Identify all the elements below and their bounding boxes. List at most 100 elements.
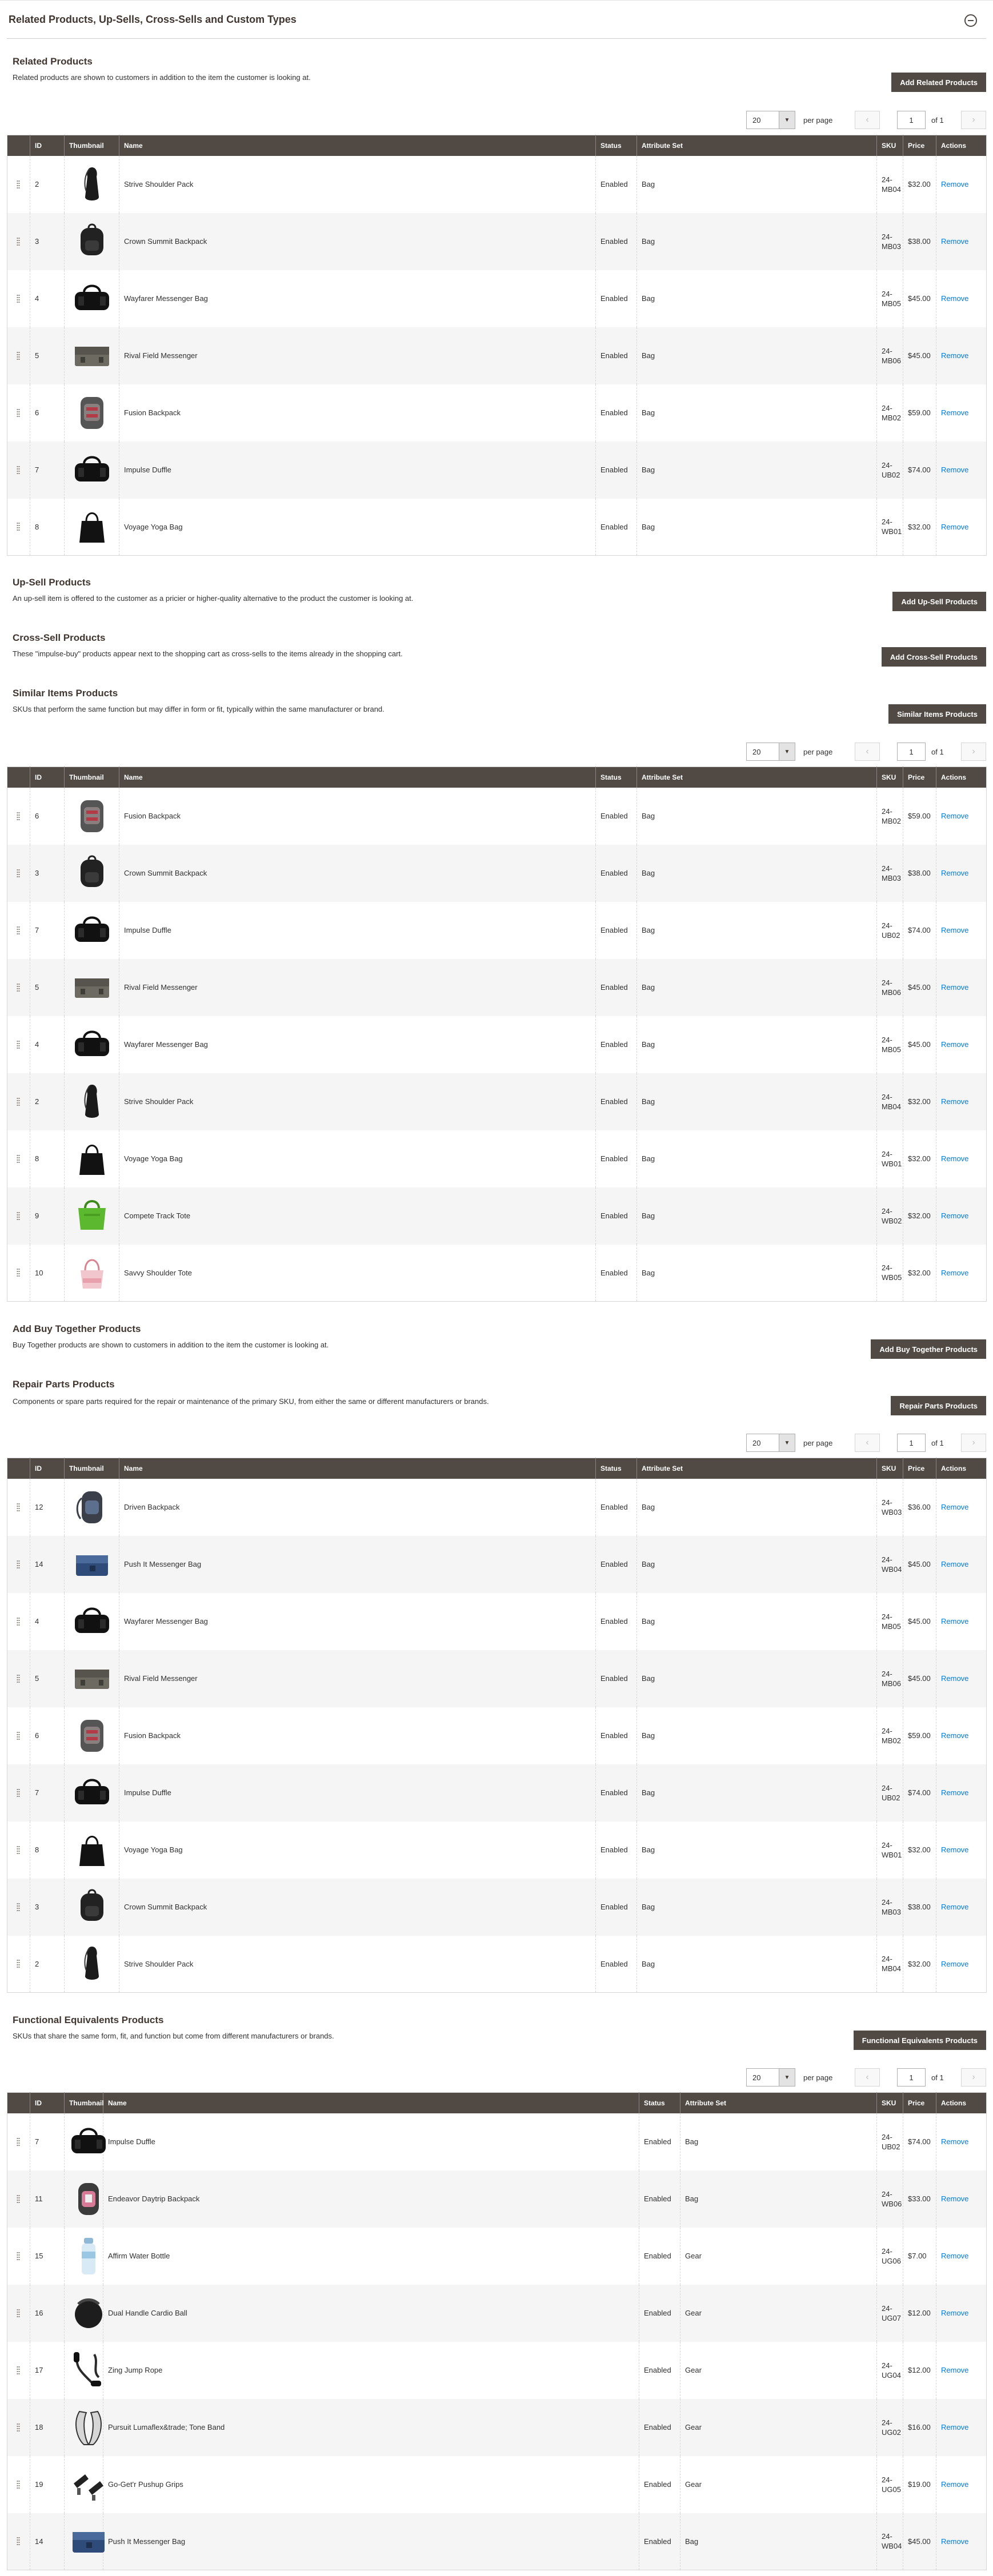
remove-link[interactable]: Remove [941, 351, 968, 360]
drag-handle-cell[interactable] [7, 498, 30, 556]
column-header-thumbnail[interactable]: Thumbnail [64, 135, 119, 156]
drag-handle-icon[interactable] [17, 2194, 20, 2204]
drag-handle-icon[interactable] [17, 2479, 20, 2489]
drag-handle-icon[interactable] [17, 1616, 20, 1626]
drag-handle-icon[interactable] [17, 1559, 20, 1569]
drag-handle-cell[interactable] [7, 1650, 30, 1707]
remove-link[interactable]: Remove [941, 926, 968, 934]
drag-handle-cell[interactable] [7, 1130, 30, 1187]
remove-link[interactable]: Remove [941, 2366, 968, 2374]
remove-link[interactable]: Remove [941, 408, 968, 417]
per-page-select[interactable]: 20 ▼ [746, 2068, 795, 2087]
product-thumbnail[interactable] [73, 1023, 111, 1066]
product-thumbnail[interactable] [73, 966, 111, 1009]
chevron-left-icon[interactable]: ‹ [855, 743, 880, 761]
drag-handle-icon[interactable] [17, 868, 20, 878]
remove-link[interactable]: Remove [941, 2252, 968, 2260]
remove-link[interactable]: Remove [941, 1154, 968, 1163]
repair-add-button[interactable]: Repair Parts Products [891, 1396, 986, 1415]
chevron-left-icon[interactable]: ‹ [855, 111, 880, 129]
drag-handle-icon[interactable] [17, 925, 20, 935]
drag-handle-icon[interactable] [17, 1959, 20, 1969]
drag-handle-icon[interactable] [17, 2365, 20, 2375]
product-thumbnail[interactable] [73, 1251, 111, 1294]
drag-handle-icon[interactable] [17, 1097, 20, 1106]
drag-handle-icon[interactable] [17, 2251, 20, 2261]
column-header-attribute-set[interactable]: Attribute Set [636, 767, 877, 788]
product-thumbnail[interactable] [73, 1942, 111, 1985]
product-thumbnail[interactable] [73, 163, 111, 206]
drag-handle-icon[interactable] [17, 1040, 20, 1049]
product-thumbnail[interactable] [73, 220, 111, 263]
remove-link[interactable]: Remove [941, 812, 968, 820]
chevron-down-icon[interactable]: ▼ [779, 111, 795, 129]
column-header-price[interactable]: Price [903, 1458, 936, 1479]
drag-handle-cell[interactable] [7, 2398, 30, 2456]
column-header-id[interactable]: ID [30, 135, 65, 156]
remove-link[interactable]: Remove [941, 1788, 968, 1797]
drag-handle-cell[interactable] [7, 1073, 30, 1130]
product-thumbnail[interactable] [69, 2519, 108, 2563]
drag-handle-cell[interactable] [7, 441, 30, 499]
remove-link[interactable]: Remove [941, 237, 968, 246]
remove-link[interactable]: Remove [941, 1269, 968, 1277]
drag-handle-cell[interactable] [7, 901, 30, 959]
column-header-id[interactable]: ID [30, 1458, 65, 1479]
drag-handle-cell[interactable] [7, 1935, 30, 1993]
product-thumbnail[interactable] [69, 2349, 108, 2392]
column-header-thumbnail[interactable]: Thumbnail [64, 767, 119, 788]
product-thumbnail[interactable] [73, 448, 111, 492]
chevron-down-icon[interactable]: ▼ [779, 2069, 795, 2086]
drag-handle-cell[interactable] [7, 2227, 30, 2285]
column-header-attribute-set[interactable]: Attribute Set [636, 1458, 877, 1479]
per-page-select[interactable]: 20 ▼ [746, 743, 795, 761]
upsell-add-button[interactable]: Add Up-Sell Products [892, 592, 986, 611]
drag-handle-icon[interactable] [17, 1268, 20, 1278]
chevron-down-icon[interactable]: ▼ [779, 743, 795, 760]
drag-handle-icon[interactable] [17, 1674, 20, 1683]
remove-link[interactable]: Remove [941, 1503, 968, 1511]
product-thumbnail[interactable] [73, 277, 111, 320]
remove-link[interactable]: Remove [941, 983, 968, 992]
drag-handle-icon[interactable] [17, 1845, 20, 1855]
column-header-name[interactable]: Name [119, 135, 596, 156]
product-thumbnail[interactable] [73, 334, 111, 378]
remove-link[interactable]: Remove [941, 1560, 968, 1568]
remove-link[interactable]: Remove [941, 1211, 968, 1220]
product-thumbnail[interactable] [73, 909, 111, 952]
page-number-input[interactable] [897, 111, 926, 129]
column-header-sku[interactable]: SKU [876, 1458, 903, 1479]
remove-link[interactable]: Remove [941, 1903, 968, 1911]
remove-link[interactable]: Remove [941, 2137, 968, 2146]
remove-link[interactable]: Remove [941, 1040, 968, 1049]
product-thumbnail[interactable] [73, 1657, 111, 1700]
remove-link[interactable]: Remove [941, 2537, 968, 2546]
drag-handle-cell[interactable] [7, 958, 30, 1016]
collapse-icon[interactable] [964, 14, 977, 27]
column-header-actions[interactable]: Actions [936, 2092, 987, 2113]
product-thumbnail[interactable] [73, 1714, 111, 1758]
column-header-id[interactable]: ID [30, 2092, 65, 2113]
product-thumbnail[interactable] [69, 2406, 108, 2449]
drag-handle-cell[interactable] [7, 212, 30, 270]
drag-handle-cell[interactable] [7, 2170, 30, 2228]
drag-handle-cell[interactable] [7, 2113, 30, 2170]
remove-link[interactable]: Remove [941, 2194, 968, 2203]
functional-add-button[interactable]: Functional Equivalents Products [853, 2031, 986, 2050]
product-thumbnail[interactable] [73, 1543, 111, 1586]
remove-link[interactable]: Remove [941, 1731, 968, 1740]
drag-handle-cell[interactable] [7, 1244, 30, 1302]
column-header-name[interactable]: Name [103, 2092, 639, 2113]
drag-handle-icon[interactable] [17, 236, 20, 246]
column-header-actions[interactable]: Actions [936, 1458, 987, 1479]
drag-handle-icon[interactable] [17, 351, 20, 360]
product-thumbnail[interactable] [73, 852, 111, 895]
per-page-select[interactable]: 20 ▼ [746, 1434, 795, 1452]
drag-handle-cell[interactable] [7, 2455, 30, 2513]
column-header-status[interactable]: Status [595, 767, 637, 788]
product-thumbnail[interactable] [73, 1885, 111, 1929]
product-thumbnail[interactable] [73, 391, 111, 435]
column-header-status[interactable]: Status [639, 2092, 680, 2113]
page-number-input[interactable] [897, 743, 926, 761]
drag-handle-cell[interactable] [7, 1592, 30, 1650]
